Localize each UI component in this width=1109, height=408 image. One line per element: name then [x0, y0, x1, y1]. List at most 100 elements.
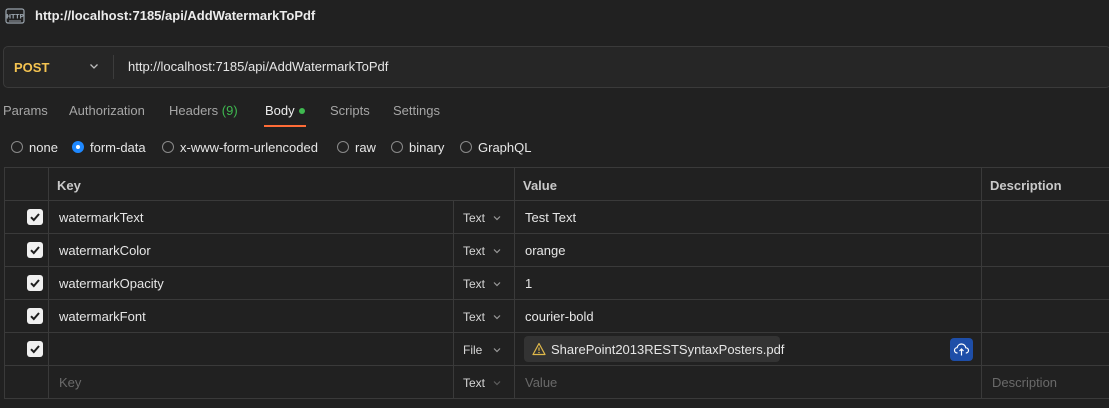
key-text: watermarkOpacity — [59, 276, 164, 291]
row-checkbox[interactable] — [27, 308, 43, 324]
tab-headers-label: Headers — [169, 103, 219, 118]
tab-scripts[interactable]: Scripts — [330, 103, 370, 118]
type-label: Text — [463, 310, 486, 324]
header-key: Key — [49, 168, 515, 201]
chevron-down-icon — [90, 64, 98, 69]
row-checkbox[interactable] — [27, 275, 43, 291]
radio-none[interactable]: none — [11, 139, 58, 155]
key-text: watermarkText — [59, 210, 144, 225]
body-status-dot — [299, 108, 305, 114]
key-placeholder: Key — [59, 375, 82, 390]
key-cell[interactable]: watermarkText — [49, 201, 454, 233]
chevron-down-icon — [493, 282, 501, 287]
chevron-down-icon — [493, 315, 501, 320]
row-checkbox[interactable] — [27, 242, 43, 258]
tab-body[interactable]: Body — [265, 103, 295, 118]
radio-binary[interactable]: binary — [391, 139, 444, 155]
type-select[interactable]: Text — [454, 267, 515, 299]
key-text: watermarkFont — [59, 309, 146, 324]
cloud-upload-icon — [953, 343, 970, 356]
value-text: Test Text — [525, 210, 577, 225]
radio-label: raw — [355, 139, 376, 155]
warning-icon — [532, 342, 546, 356]
file-name: SharePoint2013RESTSyntaxPosters.pdf — [551, 341, 785, 357]
title-bar: HTTP http://localhost:7185/api/AddWaterm… — [0, 0, 1109, 32]
type-select[interactable]: Text — [454, 366, 515, 398]
radio-circle — [391, 141, 403, 153]
request-title[interactable]: http://localhost:7185/api/AddWatermarkTo… — [35, 8, 315, 23]
radio-circle — [11, 141, 23, 153]
description-cell[interactable] — [982, 234, 1109, 266]
radio-label: form-data — [90, 139, 146, 155]
description-cell[interactable] — [982, 333, 1109, 365]
row-checkbox[interactable] — [27, 209, 43, 225]
radio-label: x-www-form-urlencoded — [180, 139, 318, 155]
type-select[interactable]: Text — [454, 234, 515, 266]
value-cell[interactable]: orange — [515, 234, 982, 266]
radio-label: none — [29, 139, 58, 155]
radio-form-data[interactable]: form-data — [72, 139, 146, 155]
url-divider — [113, 55, 114, 79]
radio-x-www-form-urlencoded[interactable]: x-www-form-urlencoded — [162, 139, 318, 155]
radio-graphql[interactable]: GraphQL — [460, 139, 531, 155]
table-row: File SharePoint2013RESTSyntaxPosters.pdf — [5, 333, 1109, 366]
radio-circle — [162, 141, 174, 153]
type-select[interactable]: File — [454, 333, 515, 365]
type-select[interactable]: Text — [454, 300, 515, 332]
upload-file-button[interactable] — [950, 338, 973, 361]
key-cell[interactable] — [49, 333, 454, 365]
type-label: Text — [463, 244, 486, 258]
key-cell[interactable]: watermarkOpacity — [49, 267, 454, 299]
description-cell[interactable] — [982, 300, 1109, 332]
radio-label: GraphQL — [478, 139, 532, 155]
http-icon: HTTP — [5, 8, 25, 24]
type-label: Text — [463, 376, 486, 390]
description-cell[interactable] — [982, 201, 1109, 233]
chevron-down-icon — [493, 249, 501, 254]
key-text: watermarkColor — [59, 243, 151, 258]
file-chip[interactable]: SharePoint2013RESTSyntaxPosters.pdf — [524, 336, 784, 362]
value-cell[interactable]: 1 — [515, 267, 982, 299]
radio-raw[interactable]: raw — [337, 139, 376, 155]
method-label: POST — [14, 59, 50, 75]
key-cell[interactable]: watermarkFont — [49, 300, 454, 332]
tab-headers[interactable]: Headers (9) — [169, 103, 238, 118]
type-label: Text — [463, 211, 486, 225]
value-cell[interactable]: courier-bold — [515, 300, 982, 332]
value-cell[interactable]: Test Text — [515, 201, 982, 233]
new-value-cell[interactable]: Value — [515, 366, 982, 398]
chevron-down-icon — [493, 216, 501, 221]
radio-circle-checked — [72, 141, 84, 153]
svg-text:HTTP: HTTP — [6, 14, 24, 21]
chevron-down-icon — [493, 348, 501, 353]
tab-params[interactable]: Params — [3, 103, 48, 118]
new-key-cell[interactable]: Key — [49, 366, 454, 398]
type-label: Text — [463, 277, 486, 291]
active-tab-indicator — [264, 125, 306, 127]
request-editor: HTTP http://localhost:7185/api/AddWaterm… — [0, 0, 1109, 408]
description-cell[interactable] — [982, 267, 1109, 299]
table-row: watermarkOpacity Text 1 — [5, 267, 1109, 300]
form-data-table: Key Value Description watermarkText Text… — [4, 167, 1109, 399]
type-select[interactable]: Text — [454, 201, 515, 233]
header-check-column — [5, 168, 49, 201]
radio-label: binary — [409, 139, 445, 155]
type-label: File — [463, 343, 483, 357]
radio-circle — [460, 141, 472, 153]
header-value: Value — [515, 168, 982, 201]
tab-authorization[interactable]: Authorization — [69, 103, 145, 118]
row-checkbox[interactable] — [27, 341, 43, 357]
method-select[interactable]: POST — [4, 47, 112, 87]
key-cell[interactable]: watermarkColor — [49, 234, 454, 266]
url-input[interactable]: http://localhost:7185/api/AddWatermarkTo… — [128, 59, 388, 74]
url-bar: POST http://localhost:7185/api/AddWaterm… — [3, 46, 1109, 88]
description-placeholder: Description — [992, 375, 1058, 390]
value-text: 1 — [525, 276, 533, 291]
table-row: watermarkFont Text courier-bold — [5, 300, 1109, 333]
new-description-cell[interactable]: Description — [982, 366, 1109, 398]
headers-count: (9) — [221, 103, 238, 118]
radio-circle — [337, 141, 349, 153]
table-row: watermarkText Text Test Text — [5, 201, 1109, 234]
tab-settings[interactable]: Settings — [393, 103, 440, 118]
chevron-down-icon — [493, 381, 501, 386]
